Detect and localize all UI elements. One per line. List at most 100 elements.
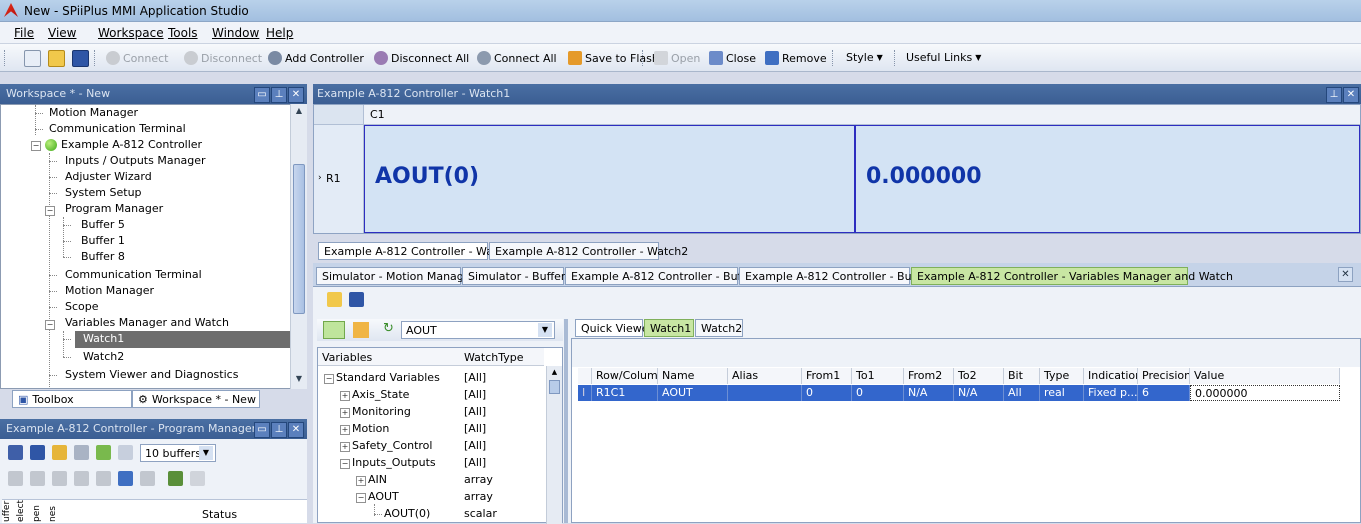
dropdown-arrow-icon[interactable]: ▼ bbox=[538, 323, 552, 337]
sort-icon[interactable] bbox=[353, 322, 369, 338]
expand-icon[interactable]: + bbox=[340, 408, 350, 418]
open-folder-icon[interactable] bbox=[48, 50, 65, 67]
workspace-scrollbar[interactable]: ▲ ▼ bbox=[290, 104, 307, 389]
collapse-icon[interactable]: − bbox=[324, 374, 334, 384]
close-icon[interactable]: ✕ bbox=[1343, 87, 1359, 103]
tree-node[interactable]: System Setup bbox=[65, 185, 142, 201]
tree-node[interactable]: Monitoring bbox=[352, 405, 411, 418]
grid-cell[interactable]: AOUT bbox=[658, 385, 728, 401]
grid-header[interactable]: To1 bbox=[852, 368, 904, 384]
watch-value-cell[interactable]: 0.000000 bbox=[855, 125, 1360, 233]
grid-cell[interactable]: real bbox=[1040, 385, 1084, 401]
menu-window[interactable]: Window bbox=[212, 26, 259, 40]
tree-node[interactable]: AOUT bbox=[368, 490, 399, 503]
menu-tools[interactable]: Tools bbox=[168, 26, 198, 40]
tree-node[interactable]: Safety_Control bbox=[352, 439, 432, 452]
grid-header[interactable]: Bit bbox=[1004, 368, 1040, 384]
tree-node[interactable]: Example A-812 Controller bbox=[61, 137, 202, 153]
menu-workspace[interactable]: Workspace bbox=[98, 26, 164, 40]
grid-cell[interactable]: 0 bbox=[852, 385, 904, 401]
tab-buffer-0[interactable]: Simulator - Buffer 0 bbox=[462, 267, 576, 285]
grid-header[interactable]: From1 bbox=[802, 368, 852, 384]
refresh-icon[interactable]: ↻ bbox=[383, 321, 394, 336]
tree-node[interactable]: Motion bbox=[352, 422, 389, 435]
variables-tree-scrollbar[interactable]: ▲ bbox=[546, 366, 562, 524]
tree-node[interactable]: Buffer 1 bbox=[81, 233, 125, 249]
tree-node[interactable]: Motion Manager bbox=[49, 105, 138, 121]
scroll-down-icon[interactable]: ▼ bbox=[293, 374, 305, 386]
grid-header[interactable]: Row/Column bbox=[592, 368, 658, 384]
run-icon[interactable] bbox=[8, 471, 23, 486]
workspace-tree[interactable]: Motion Manager Communication Terminal − … bbox=[0, 104, 293, 389]
tab-toolbox[interactable]: ▣ Toolbox bbox=[12, 390, 132, 408]
remove-button[interactable]: Remove bbox=[765, 51, 827, 65]
connect-button[interactable]: Connect bbox=[106, 51, 168, 65]
pin-icon[interactable]: ⊥ bbox=[271, 87, 287, 103]
tree-node[interactable]: Variables Manager and Watch bbox=[65, 315, 229, 331]
stop-icon[interactable] bbox=[96, 471, 111, 486]
grid-cell[interactable]: R1C1 bbox=[592, 385, 658, 401]
step-icon[interactable] bbox=[52, 471, 67, 486]
breakpoint-icon[interactable] bbox=[140, 471, 155, 486]
tree-node[interactable]: Adjuster Wizard bbox=[65, 169, 152, 185]
buffers-select[interactable]: 10 buffers ▼ bbox=[140, 444, 216, 462]
collapse-icon[interactable]: − bbox=[356, 493, 366, 503]
tree-node[interactable]: Inputs / Outputs Manager bbox=[65, 153, 206, 169]
useful-links-dropdown[interactable]: Useful Links ▼ bbox=[906, 51, 981, 64]
grid-cell[interactable] bbox=[728, 385, 802, 401]
collapse-icon[interactable]: − bbox=[45, 206, 55, 216]
disconnect-all-button[interactable]: Disconnect All bbox=[374, 51, 469, 65]
tab-motion-manager[interactable]: Simulator - Motion Manager * bbox=[316, 267, 484, 285]
window-icon[interactable] bbox=[118, 445, 133, 460]
grid-header[interactable]: Name bbox=[658, 368, 728, 384]
filter-icon[interactable] bbox=[323, 321, 345, 339]
grid-header[interactable]: Value bbox=[1190, 368, 1340, 384]
tree-node[interactable]: AIN bbox=[368, 473, 387, 486]
close-button[interactable]: Close bbox=[709, 51, 756, 65]
close-tab-icon[interactable]: ✕ bbox=[1338, 267, 1353, 282]
expand-icon[interactable]: + bbox=[340, 391, 350, 401]
tree-node[interactable]: Communication Terminal bbox=[65, 267, 202, 283]
tree-node[interactable]: Buffer 8 bbox=[81, 249, 125, 265]
restore-icon[interactable]: ▭ bbox=[254, 422, 270, 438]
tab-watch1[interactable]: Example A-812 Controller - Watch1 bbox=[318, 242, 517, 260]
tree-node[interactable]: Watch2 bbox=[83, 349, 124, 365]
save-icon[interactable] bbox=[72, 50, 89, 67]
debug-icon[interactable] bbox=[168, 471, 183, 486]
expand-icon[interactable]: + bbox=[356, 476, 366, 486]
tree-node[interactable]: Standard Variables bbox=[336, 371, 440, 384]
grid-header[interactable]: Type bbox=[1040, 368, 1084, 384]
tab-watch2[interactable]: Example A-812 Controller - Watch2 bbox=[489, 242, 688, 260]
tree-node[interactable]: Buffer 5 bbox=[81, 217, 125, 233]
tree-node[interactable]: Motion Manager bbox=[65, 283, 154, 299]
new-file-icon[interactable] bbox=[24, 50, 41, 67]
grid-cell[interactable]: N/A bbox=[904, 385, 954, 401]
expand-icon[interactable]: + bbox=[340, 442, 350, 452]
disconnect-button[interactable]: Disconnect bbox=[184, 51, 262, 65]
menu-file[interactable]: File bbox=[14, 26, 34, 40]
grid-cell[interactable]: 0 bbox=[802, 385, 852, 401]
grid-cell[interactable]: N/A bbox=[954, 385, 1004, 401]
splitter[interactable] bbox=[564, 319, 568, 523]
pin-icon[interactable]: ⊥ bbox=[1326, 87, 1342, 103]
tree-node[interactable]: Scope bbox=[65, 299, 99, 315]
collapse-icon[interactable]: − bbox=[45, 320, 55, 330]
grid-header[interactable]: To2 bbox=[954, 368, 1004, 384]
expand-icon[interactable]: + bbox=[340, 425, 350, 435]
close-icon[interactable]: ✕ bbox=[288, 87, 304, 103]
variable-search-input[interactable]: AOUT ▼ bbox=[401, 321, 555, 339]
edit-icon[interactable] bbox=[74, 445, 89, 460]
scroll-thumb[interactable] bbox=[293, 164, 305, 314]
scroll-up-icon[interactable]: ▲ bbox=[293, 106, 305, 118]
grid-cell[interactable]: 6 bbox=[1138, 385, 1190, 401]
compile-icon[interactable] bbox=[96, 445, 111, 460]
tree-node[interactable]: Inputs_Outputs bbox=[352, 456, 436, 469]
grid-header[interactable]: Precision bbox=[1138, 368, 1190, 384]
open-folder-icon[interactable] bbox=[327, 292, 342, 307]
tree-node[interactable]: AOUT(0) bbox=[384, 507, 430, 520]
scroll-up-icon[interactable]: ▲ bbox=[549, 368, 560, 378]
connect-all-button[interactable]: Connect All bbox=[477, 51, 557, 65]
tree-node[interactable]: Communication Terminal bbox=[49, 121, 186, 137]
restore-icon[interactable]: ▭ bbox=[254, 87, 270, 103]
play-icon[interactable] bbox=[30, 471, 45, 486]
